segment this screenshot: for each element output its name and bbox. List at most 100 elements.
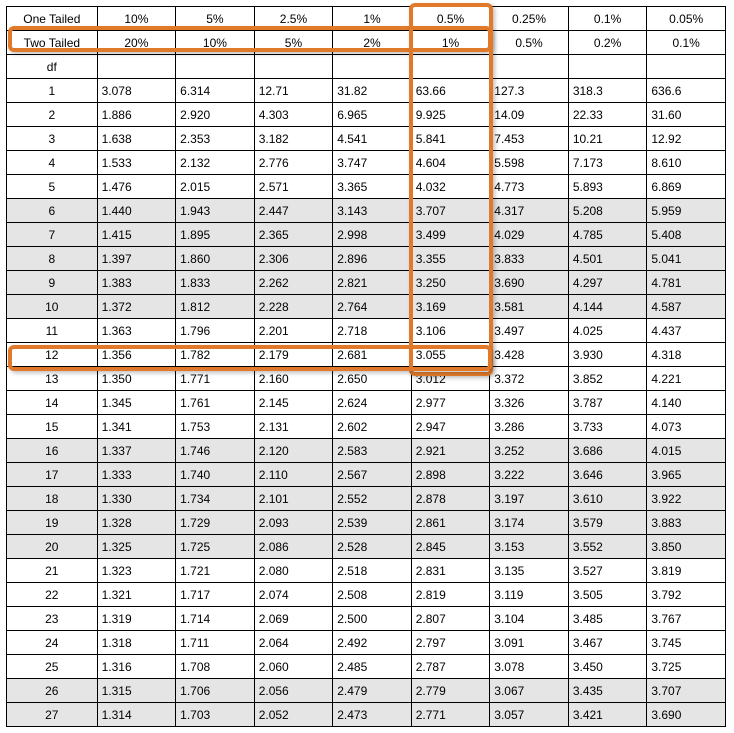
table-row: 101.3721.8122.2282.7643.1693.5814.1444.5… (7, 295, 726, 319)
value-cell: 2.110 (254, 463, 333, 487)
value-cell: 2.681 (333, 343, 412, 367)
df-cell: 21 (7, 559, 98, 583)
blank-header-4 (411, 55, 490, 79)
value-cell: 1.761 (176, 391, 255, 415)
value-cell: 3.104 (490, 607, 569, 631)
value-cell: 2.528 (333, 535, 412, 559)
one-tailed-col-5: 0.25% (490, 7, 569, 31)
value-cell: 2.228 (254, 295, 333, 319)
value-cell: 2.131 (254, 415, 333, 439)
value-cell: 2.861 (411, 511, 490, 535)
value-cell: 3.182 (254, 127, 333, 151)
value-cell: 3.055 (411, 343, 490, 367)
value-cell: 1.771 (176, 367, 255, 391)
value-cell: 1.337 (97, 439, 176, 463)
df-cell: 18 (7, 487, 98, 511)
value-cell: 2.920 (176, 103, 255, 127)
value-cell: 3.143 (333, 199, 412, 223)
value-cell: 2.306 (254, 247, 333, 271)
value-cell: 3.485 (568, 607, 647, 631)
one-tailed-col-2: 2.5% (254, 7, 333, 31)
df-cell: 5 (7, 175, 98, 199)
value-cell: 1.316 (97, 655, 176, 679)
value-cell: 3.222 (490, 463, 569, 487)
value-cell: 1.363 (97, 319, 176, 343)
value-cell: 3.057 (490, 703, 569, 727)
value-cell: 1.860 (176, 247, 255, 271)
value-cell: 3.579 (568, 511, 647, 535)
one-tailed-col-0: 10% (97, 7, 176, 31)
value-cell: 127.3 (490, 79, 569, 103)
value-cell: 4.144 (568, 295, 647, 319)
value-cell: 1.886 (97, 103, 176, 127)
df-cell: 12 (7, 343, 98, 367)
header-row-two-tailed: Two Tailed20%10%5%2%1%0.5%0.2%0.1% (7, 31, 726, 55)
two-tailed-col-3: 2% (333, 31, 412, 55)
value-cell: 4.501 (568, 247, 647, 271)
value-cell: 2.101 (254, 487, 333, 511)
value-cell: 1.333 (97, 463, 176, 487)
table-row: 51.4762.0152.5713.3654.0324.7735.8936.86… (7, 175, 726, 199)
value-cell: 2.896 (333, 247, 412, 271)
value-cell: 3.646 (568, 463, 647, 487)
value-cell: 3.372 (490, 367, 569, 391)
value-cell: 636.6 (647, 79, 726, 103)
value-cell: 1.415 (97, 223, 176, 247)
value-cell: 3.012 (411, 367, 490, 391)
value-cell: 2.485 (333, 655, 412, 679)
value-cell: 1.476 (97, 175, 176, 199)
value-cell: 1.328 (97, 511, 176, 535)
value-cell: 3.153 (490, 535, 569, 559)
value-cell: 1.397 (97, 247, 176, 271)
value-cell: 4.587 (647, 295, 726, 319)
table-row: 221.3211.7172.0742.5082.8193.1193.5053.7… (7, 583, 726, 607)
value-cell: 3.428 (490, 343, 569, 367)
value-cell: 3.733 (568, 415, 647, 439)
value-cell: 3.250 (411, 271, 490, 295)
value-cell: 4.015 (647, 439, 726, 463)
value-cell: 3.078 (97, 79, 176, 103)
value-cell: 1.729 (176, 511, 255, 535)
df-cell: 22 (7, 583, 98, 607)
value-cell: 3.135 (490, 559, 569, 583)
value-cell: 3.883 (647, 511, 726, 535)
table-row: 71.4151.8952.3652.9983.4994.0294.7855.40… (7, 223, 726, 247)
df-cell: 27 (7, 703, 98, 727)
value-cell: 12.71 (254, 79, 333, 103)
value-cell: 7.453 (490, 127, 569, 151)
value-cell: 3.965 (647, 463, 726, 487)
table-row: 271.3141.7032.0522.4732.7713.0573.4213.6… (7, 703, 726, 727)
table-row: 261.3151.7062.0562.4792.7793.0673.4353.7… (7, 679, 726, 703)
table-row: 171.3331.7402.1102.5672.8983.2223.6463.9… (7, 463, 726, 487)
df-cell: 19 (7, 511, 98, 535)
value-cell: 3.610 (568, 487, 647, 511)
value-cell: 2.262 (254, 271, 333, 295)
value-cell: 4.604 (411, 151, 490, 175)
value-cell: 2.947 (411, 415, 490, 439)
value-cell: 22.33 (568, 103, 647, 127)
df-cell: 1 (7, 79, 98, 103)
value-cell: 3.767 (647, 607, 726, 631)
value-cell: 1.833 (176, 271, 255, 295)
value-cell: 3.421 (568, 703, 647, 727)
value-cell: 3.707 (647, 679, 726, 703)
table-row: 91.3831.8332.2622.8213.2503.6904.2974.78… (7, 271, 726, 295)
value-cell: 2.353 (176, 127, 255, 151)
value-cell: 2.819 (411, 583, 490, 607)
two-tailed-col-4: 1% (411, 31, 490, 55)
value-cell: 2.069 (254, 607, 333, 631)
value-cell: 4.140 (647, 391, 726, 415)
value-cell: 1.314 (97, 703, 176, 727)
value-cell: 8.610 (647, 151, 726, 175)
value-cell: 2.145 (254, 391, 333, 415)
value-cell: 1.708 (176, 655, 255, 679)
two-tailed-col-1: 10% (176, 31, 255, 55)
table-row: 121.3561.7822.1792.6813.0553.4283.9304.3… (7, 343, 726, 367)
value-cell: 31.60 (647, 103, 726, 127)
value-cell: 3.169 (411, 295, 490, 319)
value-cell: 3.686 (568, 439, 647, 463)
value-cell: 1.746 (176, 439, 255, 463)
value-cell: 3.930 (568, 343, 647, 367)
value-cell: 3.833 (490, 247, 569, 271)
value-cell: 2.624 (333, 391, 412, 415)
